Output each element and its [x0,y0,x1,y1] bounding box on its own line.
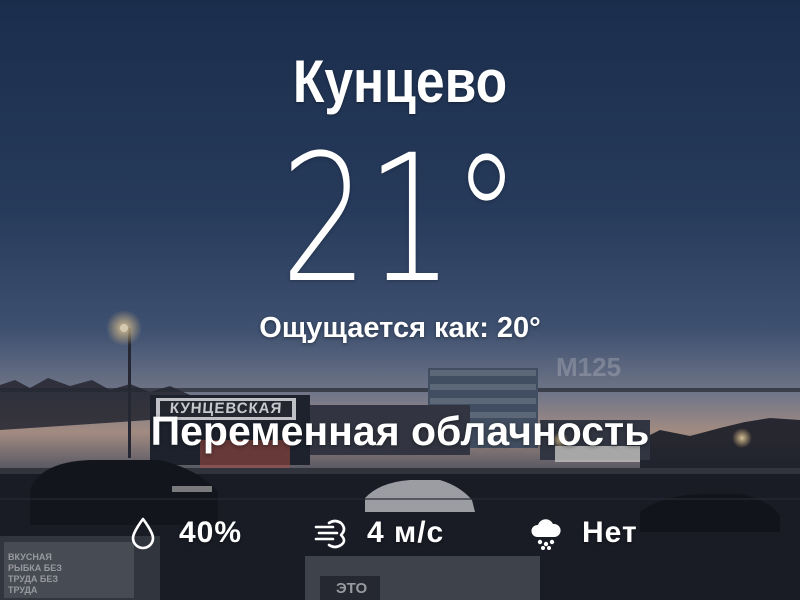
weather-condition: Переменная облачность [150,408,650,454]
city-name: Кунцево [292,48,508,115]
humidity-stat: 40% [125,508,242,558]
temperature-block: 21° [0,132,800,308]
weather-stats: 40% 4 м/с Нет [0,508,800,558]
wind-value: 4 м/с [367,516,445,549]
snow-cloud-icon [528,515,564,551]
precipitation-stat: Нет [528,508,638,558]
current-temperature: 21° [280,117,521,322]
feels-like-value: 20° [496,312,541,344]
wind-stat: 4 м/с [313,508,444,558]
droplet-icon [125,515,161,551]
humidity-value: 40% [179,516,243,549]
feels-like: Ощущается как: 20° [0,310,800,346]
wind-icon [313,515,349,551]
precipitation-value: Нет [582,516,638,549]
feels-like-label: Ощущается как: [259,312,489,344]
